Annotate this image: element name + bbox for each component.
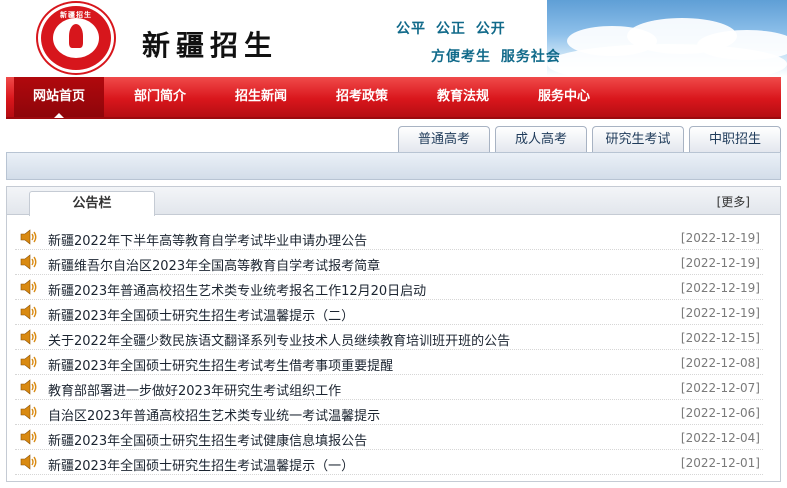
tab-postgraduate[interactable]: 研究生考试 bbox=[592, 126, 684, 152]
nav-item-service[interactable]: 服务中心 bbox=[519, 77, 609, 117]
speaker-icon bbox=[20, 329, 37, 345]
notice-title-link[interactable]: 新疆2023年全国硕士研究生招生考试健康信息填报公告 bbox=[48, 430, 367, 449]
notice-date: [2022-12-08] bbox=[680, 356, 760, 370]
notice-date: [2022-12-19] bbox=[680, 281, 760, 295]
list-item[interactable]: 新疆2022年下半年高等教育自学考试毕业申请办理公告 [2022-12-19] bbox=[15, 225, 763, 250]
notice-date: [2022-12-07] bbox=[680, 381, 760, 395]
notice-date: [2022-12-19] bbox=[680, 306, 760, 320]
site-title: 新疆招生 bbox=[142, 29, 279, 62]
speaker-icon bbox=[20, 304, 37, 320]
list-item[interactable]: 新疆2023年普通高校招生艺术类专业统考报名工作12月20日启动 [2022-12… bbox=[15, 275, 763, 300]
slogan-line-1: 公平 公正 公开 bbox=[396, 21, 506, 37]
speaker-icon bbox=[20, 429, 37, 445]
speaker-icon bbox=[20, 279, 37, 295]
notice-date: [2022-12-19] bbox=[680, 256, 760, 270]
tab-adult-exam[interactable]: 成人高考 bbox=[495, 126, 587, 152]
list-item[interactable]: 关于2022年全疆少数民族语文翻译系列专业技术人员继续教育培训班开班的公告 [20… bbox=[15, 325, 763, 350]
site-header: 新疆招生 新疆招生 公平 公正 公开 方便考生 服务社会 bbox=[0, 0, 787, 76]
list-item[interactable]: 新疆2023年全国硕士研究生招生考试温馨提示（一） [2022-12-01] bbox=[15, 450, 763, 475]
nav-item-regulations[interactable]: 教育法规 bbox=[418, 77, 508, 117]
subtab-content-band bbox=[6, 152, 781, 180]
nav-item-about[interactable]: 部门简介 bbox=[115, 77, 205, 117]
more-link[interactable]: [更多] bbox=[717, 193, 750, 210]
notice-date: [2022-12-04] bbox=[680, 431, 760, 445]
list-item[interactable]: 新疆2023年全国硕士研究生招生考试温馨提示（二） [2022-12-19] bbox=[15, 300, 763, 325]
speaker-icon bbox=[20, 404, 37, 420]
notice-title-link[interactable]: 新疆2023年全国硕士研究生招生考试温馨提示（二） bbox=[48, 305, 354, 324]
tab-gaokao[interactable]: 普通高考 bbox=[398, 126, 490, 152]
speaker-icon bbox=[20, 454, 37, 470]
site-logo[interactable]: 新疆招生 bbox=[38, 3, 114, 73]
notice-title-link[interactable]: 新疆2023年全国硕士研究生招生考试考生借考事项重要提醒 bbox=[48, 355, 393, 374]
notice-date: [2022-12-19] bbox=[680, 231, 760, 245]
notice-title-link[interactable]: 新疆维吾尔自治区2023年全国高等教育自学考试报考简章 bbox=[48, 255, 380, 274]
torch-icon bbox=[69, 24, 83, 48]
slogan-line-2: 方便考生 服务社会 bbox=[431, 49, 561, 65]
sky-banner bbox=[547, 0, 787, 76]
list-item[interactable]: 教育部部署进一步做好2023年研究生考试组织工作 [2022-12-07] bbox=[15, 375, 763, 400]
notice-title-link[interactable]: 自治区2023年普通高校招生艺术类专业统一考试温馨提示 bbox=[48, 405, 380, 424]
tab-vocational[interactable]: 中职招生 bbox=[689, 126, 781, 152]
speaker-icon bbox=[20, 379, 37, 395]
notice-title-link[interactable]: 新疆2023年普通高校招生艺术类专业统考报名工作12月20日启动 bbox=[48, 280, 426, 299]
notice-title-link[interactable]: 教育部部署进一步做好2023年研究生考试组织工作 bbox=[48, 380, 341, 399]
list-item[interactable]: 自治区2023年普通高校招生艺术类专业统一考试温馨提示 [2022-12-06] bbox=[15, 400, 763, 425]
notice-list: 新疆2022年下半年高等教育自学考试毕业申请办理公告 [2022-12-19] 新疆… bbox=[15, 225, 763, 475]
speaker-icon bbox=[20, 354, 37, 370]
list-item[interactable]: 新疆2023年全国硕士研究生招生考试健康信息填报公告 [2022-12-04] bbox=[15, 425, 763, 450]
nav-item-policy[interactable]: 招考政策 bbox=[317, 77, 407, 117]
notice-board: 公告栏 [更多] 新疆2022年下半年高等教育自学考试毕业申请办理公告 [2022… bbox=[6, 186, 781, 482]
main-nav: 网站首页 部门简介 招生新闻 招考政策 教育法规 服务中心 bbox=[6, 77, 781, 119]
notice-date: [2022-12-06] bbox=[680, 406, 760, 420]
speaker-icon bbox=[20, 254, 37, 270]
notice-title-link[interactable]: 新疆2023年全国硕士研究生招生考试温馨提示（一） bbox=[48, 455, 354, 474]
notice-date: [2022-12-01] bbox=[680, 456, 760, 470]
nav-item-home[interactable]: 网站首页 bbox=[14, 77, 104, 118]
notice-board-header: 公告栏 [更多] bbox=[7, 187, 780, 216]
notice-title-link[interactable]: 新疆2022年下半年高等教育自学考试毕业申请办理公告 bbox=[48, 230, 367, 249]
nav-item-news[interactable]: 招生新闻 bbox=[216, 77, 306, 117]
list-item[interactable]: 新疆2023年全国硕士研究生招生考试考生借考事项重要提醒 [2022-12-08] bbox=[15, 350, 763, 375]
notice-title-link[interactable]: 关于2022年全疆少数民族语文翻译系列专业技术人员继续教育培训班开班的公告 bbox=[48, 330, 510, 349]
notice-date: [2022-12-15] bbox=[680, 331, 760, 345]
list-item[interactable]: 新疆维吾尔自治区2023年全国高等教育自学考试报考简章 [2022-12-19] bbox=[15, 250, 763, 275]
speaker-icon bbox=[20, 229, 37, 245]
notice-board-tab[interactable]: 公告栏 bbox=[29, 191, 155, 216]
